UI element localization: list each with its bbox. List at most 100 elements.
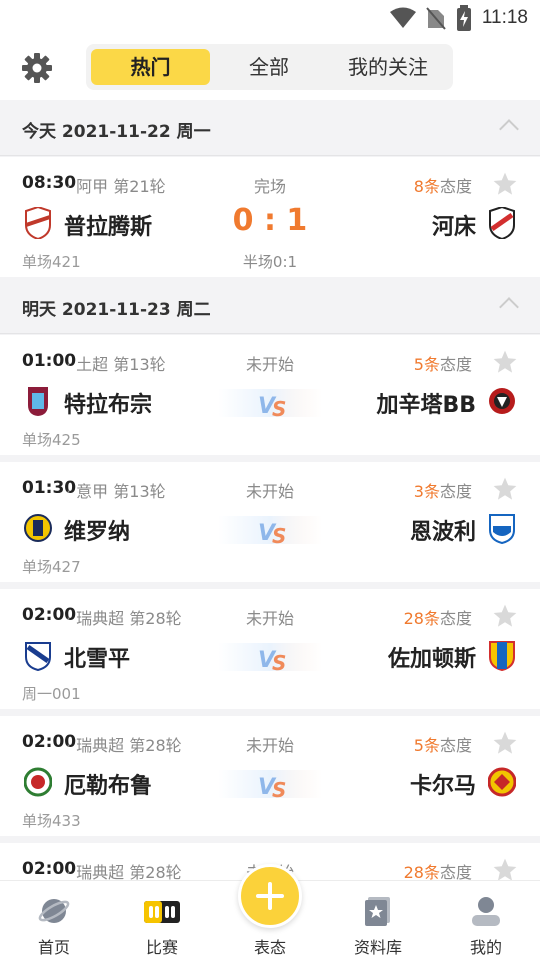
- team-logo-icon: [488, 767, 516, 797]
- no-sim-icon: [426, 7, 446, 30]
- team-logo-icon: [489, 207, 515, 239]
- team-logo-icon: [489, 641, 515, 671]
- attitude-suffix: 态度: [439, 609, 472, 628]
- nav-profile[interactable]: 我的: [432, 881, 540, 960]
- match-league: · 土超 第13轮: [66, 355, 166, 374]
- star-icon[interactable]: [492, 171, 518, 197]
- match-league: · 瑞典超 第28轮: [66, 863, 182, 880]
- home-planet-icon: [38, 899, 70, 923]
- tab-all[interactable]: 全部: [210, 49, 328, 85]
- star-icon[interactable]: [492, 349, 518, 375]
- away-team-name: 卡尔马: [409, 774, 476, 799]
- home-team-name: 维罗纳: [64, 520, 131, 545]
- match-code: 单场427: [22, 558, 81, 576]
- chevron-up-icon[interactable]: [499, 119, 519, 139]
- nav-database[interactable]: 资料库: [324, 881, 432, 960]
- star-icon[interactable]: [492, 857, 518, 880]
- day-label: 今天 2021-11-22 周一: [22, 122, 211, 142]
- nav-label: 比赛: [145, 938, 178, 957]
- attitude-suffix: 态度: [439, 355, 472, 374]
- team-logo-icon: [25, 642, 51, 671]
- home-team-name: 特拉布宗: [64, 393, 153, 418]
- attitude-suffix: 态度: [439, 736, 472, 755]
- away-team-name: 恩波利: [409, 520, 476, 545]
- attitude-count[interactable]: 5条态度: [414, 351, 472, 375]
- star-icon[interactable]: [492, 603, 518, 629]
- attitude-count[interactable]: 3条态度: [414, 478, 472, 502]
- match-league: · 瑞典超 第28轮: [66, 609, 182, 628]
- half-time-score: 半场0:1: [242, 253, 298, 271]
- match-league: · 瑞典超 第28轮: [66, 736, 182, 755]
- away-team-name: 佐加顿斯: [387, 647, 476, 672]
- chevron-up-icon[interactable]: [499, 297, 519, 317]
- attitude-count[interactable]: 8条态度: [414, 173, 472, 197]
- match-league: · 意甲 第13轮: [66, 482, 166, 501]
- nav-label: 我的: [469, 938, 502, 957]
- match-code: 周一001: [22, 685, 81, 703]
- svg-text:S: S: [272, 524, 286, 548]
- star-icon[interactable]: [492, 730, 518, 756]
- post-attitude-button[interactable]: [238, 864, 302, 928]
- battery-charging-icon: [456, 5, 471, 31]
- svg-text:S: S: [272, 397, 286, 421]
- nav-home[interactable]: 首页: [0, 881, 108, 960]
- attitude-count[interactable]: 28条态度: [404, 859, 472, 880]
- match-code: 单场421: [22, 253, 81, 271]
- match-code: 单场433: [22, 812, 81, 830]
- vs-icon: VS: [218, 516, 322, 548]
- team-logo-icon: [25, 207, 51, 239]
- match-card[interactable]: 02:00 · 瑞典超 第28轮 未开始 5条态度 厄勒布鲁 VS 卡尔马 单场…: [0, 716, 540, 836]
- svg-text:S: S: [272, 651, 286, 675]
- attitude-number: 5条: [413, 355, 440, 374]
- status-bar: 11:18: [0, 0, 540, 36]
- vs-icon: VS: [218, 770, 322, 802]
- match-status: 未开始: [245, 355, 294, 374]
- tab-my-follow[interactable]: 我的关注: [328, 49, 448, 85]
- top-bar: 热门 全部 我的关注: [0, 36, 540, 100]
- attitude-number: 8条: [413, 177, 440, 196]
- away-team-name: 河床: [431, 215, 476, 240]
- match-status: 未开始: [245, 482, 294, 501]
- attitude-number: 3条: [413, 482, 440, 501]
- match-filter-tabs: 热门 全部 我的关注: [86, 44, 453, 90]
- match-card[interactable]: 02:00 · 瑞典超 第28轮 未开始 28条态度 北雪平 VS 佐加顿斯 周…: [0, 589, 540, 709]
- match-score-icon: [144, 901, 180, 923]
- match-league: · 阿甲 第21轮: [66, 177, 166, 196]
- match-score: 0 : 1: [232, 203, 308, 238]
- match-list[interactable]: 今天 2021-11-22 周一 08:30 · 阿甲 第21轮 完场 8条态度…: [0, 100, 540, 880]
- home-team-name: 厄勒布鲁: [64, 774, 153, 799]
- vs-icon: VS: [218, 389, 322, 421]
- team-logo-icon: [489, 388, 515, 414]
- attitude-suffix: 态度: [439, 863, 472, 880]
- team-logo-icon: [24, 767, 52, 797]
- match-status: 完场: [253, 177, 286, 196]
- team-logo-icon: [489, 514, 515, 544]
- day-header-today[interactable]: 今天 2021-11-22 周一: [0, 100, 540, 156]
- match-status: 未开始: [245, 736, 294, 755]
- attitude-count[interactable]: 28条态度: [404, 605, 472, 629]
- attitude-number: 5条: [413, 736, 440, 755]
- day-header-tomorrow[interactable]: 明天 2021-11-23 周二: [0, 278, 540, 334]
- attitude-number: 28条: [403, 609, 440, 628]
- attitude-suffix: 态度: [439, 177, 472, 196]
- profile-icon: [472, 897, 500, 926]
- database-star-icon: [365, 897, 390, 926]
- match-card[interactable]: 08:30 · 阿甲 第21轮 完场 8条态度 普拉腾斯 0 : 1 河床 单场…: [0, 157, 540, 277]
- status-time: 11:18: [481, 7, 528, 28]
- home-team-name: 普拉腾斯: [64, 215, 153, 240]
- svg-text:S: S: [272, 778, 286, 802]
- vs-icon: VS: [218, 643, 322, 675]
- nav-label: 表态: [253, 938, 286, 957]
- attitude-suffix: 态度: [439, 482, 472, 501]
- plus-icon-stroke: [268, 882, 272, 910]
- attitude-number: 28条: [403, 863, 440, 880]
- match-card[interactable]: 01:30 · 意甲 第13轮 未开始 3条态度 维罗纳 VS 恩波利 单场42…: [0, 462, 540, 582]
- nav-match[interactable]: 比赛: [108, 881, 216, 960]
- match-status: 未开始: [245, 609, 294, 628]
- match-card[interactable]: 01:00 · 土超 第13轮 未开始 5条态度 特拉布宗 VS 加辛塔BB 单…: [0, 335, 540, 455]
- star-icon[interactable]: [492, 476, 518, 502]
- gear-icon[interactable]: [22, 53, 52, 83]
- match-code: 单场425: [22, 431, 81, 449]
- tab-hot[interactable]: 热门: [91, 49, 210, 85]
- attitude-count[interactable]: 5条态度: [414, 732, 472, 756]
